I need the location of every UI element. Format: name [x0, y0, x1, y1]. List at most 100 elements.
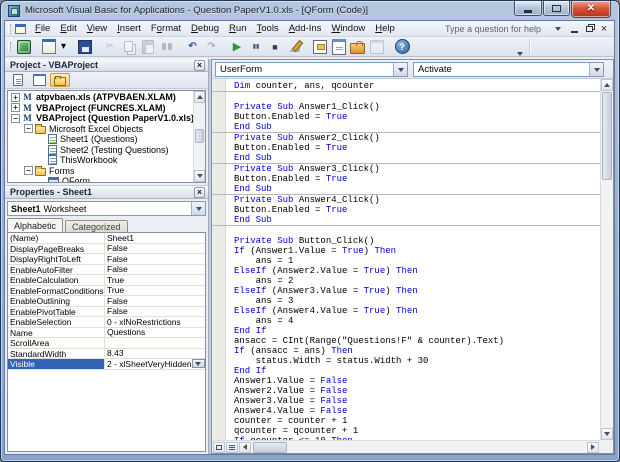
code-line[interactable]: Button.Enabled = True	[212, 205, 600, 215]
menu-insert[interactable]: Insert	[112, 22, 146, 35]
tree-item[interactable]: +atpvbaen.xls (ATPVBAEN.XLAM)	[8, 92, 193, 103]
property-value[interactable]: False	[105, 254, 205, 264]
object-selector-dropdown[interactable]: Sheet1 Worksheet	[7, 201, 206, 216]
mdi-restore-button[interactable]	[582, 23, 596, 35]
scroll-down-icon[interactable]	[194, 170, 205, 182]
code-line[interactable]: Private Sub Answer2_Click()	[212, 133, 600, 143]
insert-userform-icon[interactable]	[40, 38, 58, 55]
tree-item[interactable]: −Forms	[8, 166, 193, 177]
save-icon[interactable]	[76, 38, 94, 55]
property-value[interactable]: True	[105, 275, 205, 285]
code-line[interactable]: End If	[212, 326, 600, 336]
code-vertical-scrollbar[interactable]	[600, 79, 613, 440]
property-value[interactable]: 2 - xlSheetVeryHidden	[105, 359, 205, 369]
menu-window[interactable]: Window	[326, 22, 370, 35]
menu-help[interactable]: Help	[370, 22, 400, 35]
object-dropdown[interactable]: UserForm	[215, 62, 408, 77]
scroll-thumb[interactable]	[195, 129, 204, 143]
code-line[interactable]: ElseIf (Answer4.Value = True) Then	[212, 306, 600, 316]
find-icon[interactable]	[158, 38, 176, 55]
toggle-folders-button[interactable]	[50, 73, 70, 87]
collapse-icon[interactable]: −	[24, 166, 33, 175]
tree-item[interactable]: QForm	[8, 176, 193, 182]
property-value[interactable]: 0 - xlNoRestrictions	[105, 317, 205, 327]
help-icon[interactable]	[393, 38, 411, 55]
property-name[interactable]: StandardWidth	[8, 349, 105, 359]
code-line[interactable]: End Sub	[212, 215, 600, 225]
project-panel-close-icon[interactable]: ×	[194, 60, 205, 71]
property-name[interactable]: EnableOutlining	[8, 296, 105, 306]
object-browser-icon[interactable]	[368, 38, 386, 55]
collapse-icon[interactable]: −	[11, 114, 20, 123]
chevron-down-icon[interactable]	[589, 63, 603, 76]
property-name[interactable]: DisplayRightToLeft	[8, 254, 105, 264]
menu-tools[interactable]: Tools	[252, 22, 284, 35]
code-line[interactable]: If (Answer1.Value = True) Then	[212, 246, 600, 256]
chevron-down-icon[interactable]	[192, 359, 205, 368]
property-row[interactable]: StandardWidth8.43	[8, 349, 205, 360]
collapse-icon[interactable]: −	[24, 124, 33, 133]
tree-item[interactable]: −Microsoft Excel Objects	[8, 124, 193, 135]
code-line[interactable]: Answer3.Value = False	[212, 396, 600, 406]
code-line[interactable]: End Sub	[212, 184, 600, 194]
reset-icon[interactable]: ■	[266, 38, 284, 55]
tab-alphabetic[interactable]: Alphabetic	[7, 218, 63, 232]
toolbox-icon[interactable]	[349, 38, 367, 55]
code-line[interactable]: End Sub	[212, 122, 600, 132]
property-row[interactable]: EnableSelection0 - xlNoRestrictions	[8, 317, 205, 328]
code-line[interactable]: Answer1.Value = False	[212, 376, 600, 386]
copy-icon[interactable]	[120, 38, 138, 55]
code-horizontal-scrollbar[interactable]	[212, 440, 600, 453]
property-name[interactable]: ScrollArea	[8, 338, 105, 348]
property-row[interactable]: (Name)Sheet1	[8, 233, 205, 244]
scroll-up-icon[interactable]	[601, 79, 613, 91]
expand-icon[interactable]: +	[11, 93, 20, 102]
property-row[interactable]: NameQuestions	[8, 328, 205, 339]
code-line[interactable]: qcounter = qcounter + 1	[212, 426, 600, 436]
mdi-minimize-button[interactable]	[567, 23, 581, 35]
property-value[interactable]: 8.43	[105, 349, 205, 359]
property-name[interactable]: EnableCalculation	[8, 275, 105, 285]
redo-icon[interactable]: ↷	[203, 38, 221, 55]
property-row[interactable]: DisplayRightToLeftFalse	[8, 254, 205, 265]
cut-icon[interactable]: ✂	[101, 38, 119, 55]
property-row[interactable]: EnableAutoFilterFalse	[8, 265, 205, 276]
code-line[interactable]: status.Width = status.Width + 30	[212, 356, 600, 366]
property-row[interactable]: Visible2 - xlSheetVeryHidden	[8, 359, 205, 370]
menu-debug[interactable]: Debug	[186, 22, 224, 35]
menu-view[interactable]: View	[82, 22, 112, 35]
code-line[interactable]: Dim counter, ans, qcounter	[212, 81, 600, 91]
scroll-right-icon[interactable]	[587, 442, 599, 453]
code-line[interactable]: Private Sub Answer1_Click()	[212, 102, 600, 112]
view-code-button[interactable]	[8, 73, 28, 87]
code-line[interactable]: End Sub	[212, 153, 600, 163]
code-line[interactable]: End If	[212, 366, 600, 376]
properties-window-icon[interactable]	[330, 38, 348, 55]
maximize-button[interactable]	[543, 1, 570, 16]
code-line[interactable]: Button.Enabled = True	[212, 112, 600, 122]
code-line[interactable]: ElseIf (Answer3.Value = True) Then	[212, 286, 600, 296]
expand-icon[interactable]: +	[11, 103, 20, 112]
project-explorer-icon[interactable]	[311, 38, 329, 55]
code-line[interactable]: counter = counter + 1	[212, 416, 600, 426]
property-name[interactable]: Name	[8, 328, 105, 338]
property-row[interactable]: EnablePivotTableFalse	[8, 307, 205, 318]
help-dropdown-icon[interactable]	[553, 24, 562, 33]
code-line[interactable]: ElseIf (Answer2.Value = True) Then	[212, 266, 600, 276]
code-line[interactable]: Private Sub Button_Click()	[212, 236, 600, 246]
scroll-thumb[interactable]	[602, 92, 612, 180]
close-button[interactable]: ✕	[571, 1, 611, 18]
paste-icon[interactable]	[139, 38, 157, 55]
undo-icon[interactable]: ↶	[184, 38, 202, 55]
scroll-left-icon[interactable]	[239, 442, 251, 453]
property-name[interactable]: (Name)	[8, 233, 105, 243]
property-value[interactable]: False	[105, 307, 205, 317]
menu-edit[interactable]: Edit	[55, 22, 81, 35]
menu-run[interactable]: Run	[224, 22, 251, 35]
menu-file[interactable]: File	[30, 22, 55, 35]
tree-item[interactable]: ThisWorkbook	[8, 155, 193, 166]
property-value[interactable]: False	[105, 265, 205, 275]
tree-item[interactable]: Sheet2 (Testing Questions)	[8, 145, 193, 156]
code-line[interactable]: If (ansacc = ans) Then	[212, 346, 600, 356]
full-module-view-button[interactable]	[226, 442, 238, 453]
